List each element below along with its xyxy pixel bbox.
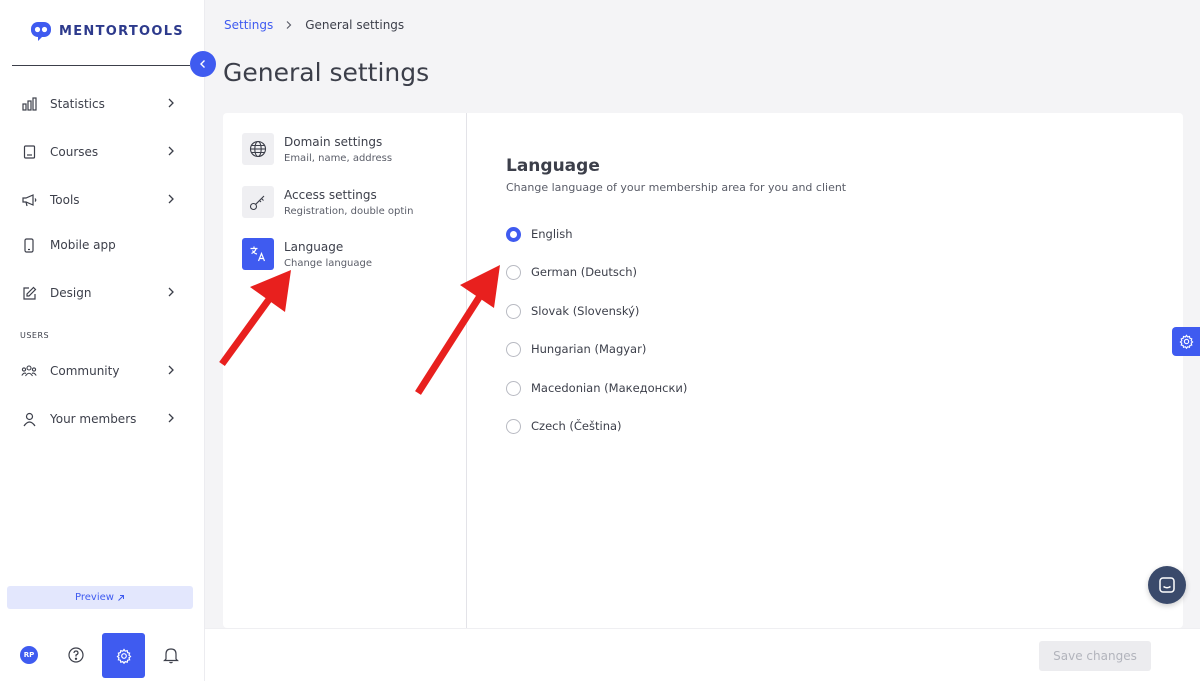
- radio-button[interactable]: [506, 303, 521, 319]
- user-icon: [21, 411, 37, 427]
- pencil-icon: [21, 285, 37, 301]
- language-option-slovak[interactable]: Slovak (Slovenský): [506, 302, 639, 320]
- users-section-heading: USERS: [20, 331, 50, 340]
- preview-label: Preview: [75, 592, 114, 603]
- settings-button[interactable]: [102, 633, 145, 678]
- chat-widget-button[interactable]: [1148, 566, 1186, 604]
- settings-menu-desc: Registration, double optin: [284, 206, 414, 217]
- gear-icon: [1179, 334, 1193, 349]
- language-option-label: German (Deutsch): [531, 265, 638, 279]
- chevron-left-icon: [200, 60, 205, 68]
- floating-settings-button[interactable]: [1172, 327, 1200, 356]
- divider: [466, 113, 467, 628]
- language-option-macedonian[interactable]: Macedonian (Македонски): [506, 379, 687, 397]
- settings-menu-title: Domain settings: [284, 135, 383, 149]
- breadcrumb-settings-link[interactable]: Settings: [224, 18, 273, 32]
- language-option-english[interactable]: English: [506, 225, 573, 243]
- language-option-czech[interactable]: Czech (Čeština): [506, 417, 622, 435]
- chevron-right-icon: [168, 98, 174, 108]
- gear-icon: [116, 647, 131, 664]
- chevron-right-icon: [168, 413, 174, 423]
- language-heading: Language: [506, 156, 600, 176]
- sidebar-item-label: Statistics: [50, 97, 105, 111]
- sidebar-item-your-members[interactable]: Your members: [0, 399, 204, 439]
- settings-menu-access[interactable]: Access settings Registration, double opt…: [242, 186, 462, 230]
- settings-card: Domain settings Email, name, address Acc…: [223, 113, 1183, 628]
- community-icon: [21, 363, 37, 379]
- chat-icon: [1159, 577, 1175, 593]
- sidebar-item-tools[interactable]: Tools: [0, 180, 204, 220]
- radio-button[interactable]: [506, 226, 521, 242]
- avatar[interactable]: RP: [20, 646, 38, 664]
- settings-menu-language[interactable]: Language Change language: [242, 238, 462, 282]
- sidebar-item-community[interactable]: Community: [0, 351, 204, 391]
- logo-text: MENTORTOOLS: [59, 23, 184, 39]
- chevron-right-icon: [286, 21, 292, 29]
- help-icon[interactable]: [67, 646, 85, 664]
- key-icon: [242, 186, 274, 218]
- sidebar-item-label: Design: [50, 286, 92, 300]
- sidebar-item-label: Your members: [50, 412, 137, 426]
- megaphone-icon: [21, 192, 37, 208]
- sidebar-item-statistics[interactable]: Statistics: [0, 84, 204, 124]
- chevron-right-icon: [168, 194, 174, 204]
- language-option-hungarian[interactable]: Hungarian (Magyar): [506, 340, 646, 358]
- settings-menu-domain[interactable]: Domain settings Email, name, address: [242, 133, 462, 177]
- breadcrumb-current: General settings: [305, 18, 405, 32]
- sidebar-item-label: Courses: [50, 145, 99, 159]
- globe-icon: [242, 133, 274, 165]
- chevron-right-icon: [168, 287, 174, 297]
- book-icon: [21, 144, 37, 160]
- preview-button[interactable]: Preview: [7, 586, 193, 609]
- sidebar-item-courses[interactable]: Courses: [0, 132, 204, 172]
- language-option-german[interactable]: German (Deutsch): [506, 263, 637, 281]
- settings-menu-title: Access settings: [284, 188, 377, 202]
- language-option-label: Slovak (Slovenský): [531, 304, 640, 318]
- translate-icon: [242, 238, 274, 270]
- bar-chart-icon: [21, 96, 37, 112]
- settings-menu-desc: Email, name, address: [284, 153, 393, 164]
- radio-button[interactable]: [506, 418, 521, 434]
- chevron-right-icon: [168, 146, 174, 156]
- sidebar-item-label: Mobile app: [50, 238, 116, 252]
- language-subheading: Change language of your membership area …: [506, 181, 847, 194]
- language-option-label: Czech (Čeština): [531, 419, 622, 433]
- sidebar-item-label: Tools: [50, 193, 80, 207]
- settings-menu-desc: Change language: [284, 258, 373, 269]
- external-link-icon: [118, 594, 124, 601]
- sidebar-item-design[interactable]: Design: [0, 273, 204, 313]
- chevron-right-icon: [168, 365, 174, 375]
- collapse-sidebar-button[interactable]: [190, 51, 216, 77]
- robot-logo-icon: [31, 22, 51, 41]
- radio-button[interactable]: [506, 341, 521, 357]
- bell-icon[interactable]: [163, 646, 179, 664]
- sidebar-item-label: Community: [50, 364, 120, 378]
- breadcrumb: Settings General settings: [224, 18, 404, 32]
- settings-menu-title: Language: [284, 240, 344, 254]
- save-changes-button[interactable]: Save changes: [1039, 641, 1151, 671]
- language-option-label: Hungarian (Magyar): [531, 342, 647, 356]
- sidebar-item-mobile-app[interactable]: Mobile app: [0, 225, 204, 265]
- logo[interactable]: MENTORTOOLS: [29, 19, 184, 43]
- language-option-label: English: [531, 227, 573, 241]
- phone-icon: [21, 237, 37, 253]
- page-title: General settings: [223, 58, 430, 87]
- sidebar: MENTORTOOLS Statistics Courses Tools Mob…: [0, 0, 205, 681]
- divider: [12, 65, 190, 66]
- radio-button[interactable]: [506, 264, 521, 280]
- radio-button[interactable]: [506, 380, 521, 396]
- sidebar-bottom-bar: RP: [0, 628, 205, 681]
- language-option-label: Macedonian (Македонски): [531, 381, 688, 395]
